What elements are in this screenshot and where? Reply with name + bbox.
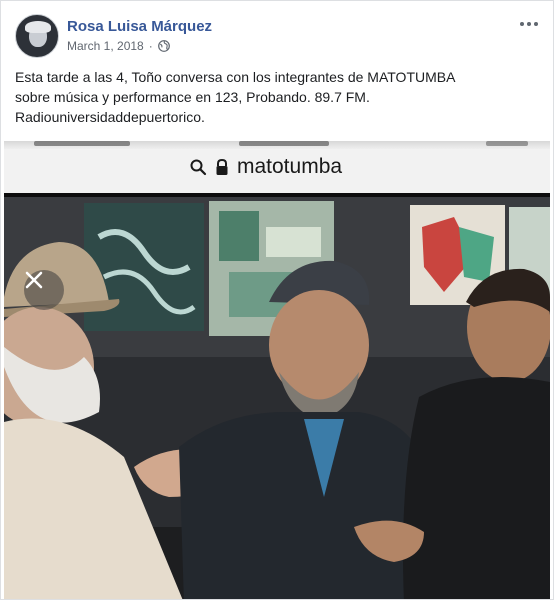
post-text-line: Esta tarde a las 4, Toño conversa con lo… bbox=[15, 69, 456, 85]
lock-icon bbox=[216, 158, 228, 175]
screenshot-address-bar: matotumba bbox=[4, 141, 550, 193]
post-text-line: sobre música y performance en 123, Proba… bbox=[15, 89, 370, 105]
close-button[interactable] bbox=[24, 270, 64, 310]
facebook-post: Rosa Luisa Márquez March 1, 2018 · Esta … bbox=[0, 0, 554, 600]
post-image[interactable]: matotumba bbox=[4, 141, 550, 599]
post-text-line[interactable]: Radiouniversidaddepuertorico. bbox=[15, 107, 541, 127]
post-meta: March 1, 2018 · bbox=[67, 39, 170, 53]
url-text: matotumba bbox=[237, 155, 343, 178]
close-icon bbox=[25, 271, 43, 289]
search-icon bbox=[190, 159, 207, 176]
avatar[interactable] bbox=[15, 14, 59, 58]
post-text: Esta tarde a las 4, Toño conversa con lo… bbox=[15, 67, 541, 127]
meta-separator: · bbox=[148, 39, 153, 53]
video-scene bbox=[4, 197, 550, 599]
post-date[interactable]: March 1, 2018 bbox=[67, 39, 144, 53]
more-options-button[interactable] bbox=[517, 15, 541, 33]
author-name[interactable]: Rosa Luisa Márquez bbox=[67, 18, 212, 35]
address-display: matotumba bbox=[189, 155, 342, 179]
post-header: Rosa Luisa Márquez March 1, 2018 · bbox=[1, 1, 554, 65]
video-frame[interactable] bbox=[4, 193, 550, 599]
globe-icon bbox=[157, 40, 170, 52]
